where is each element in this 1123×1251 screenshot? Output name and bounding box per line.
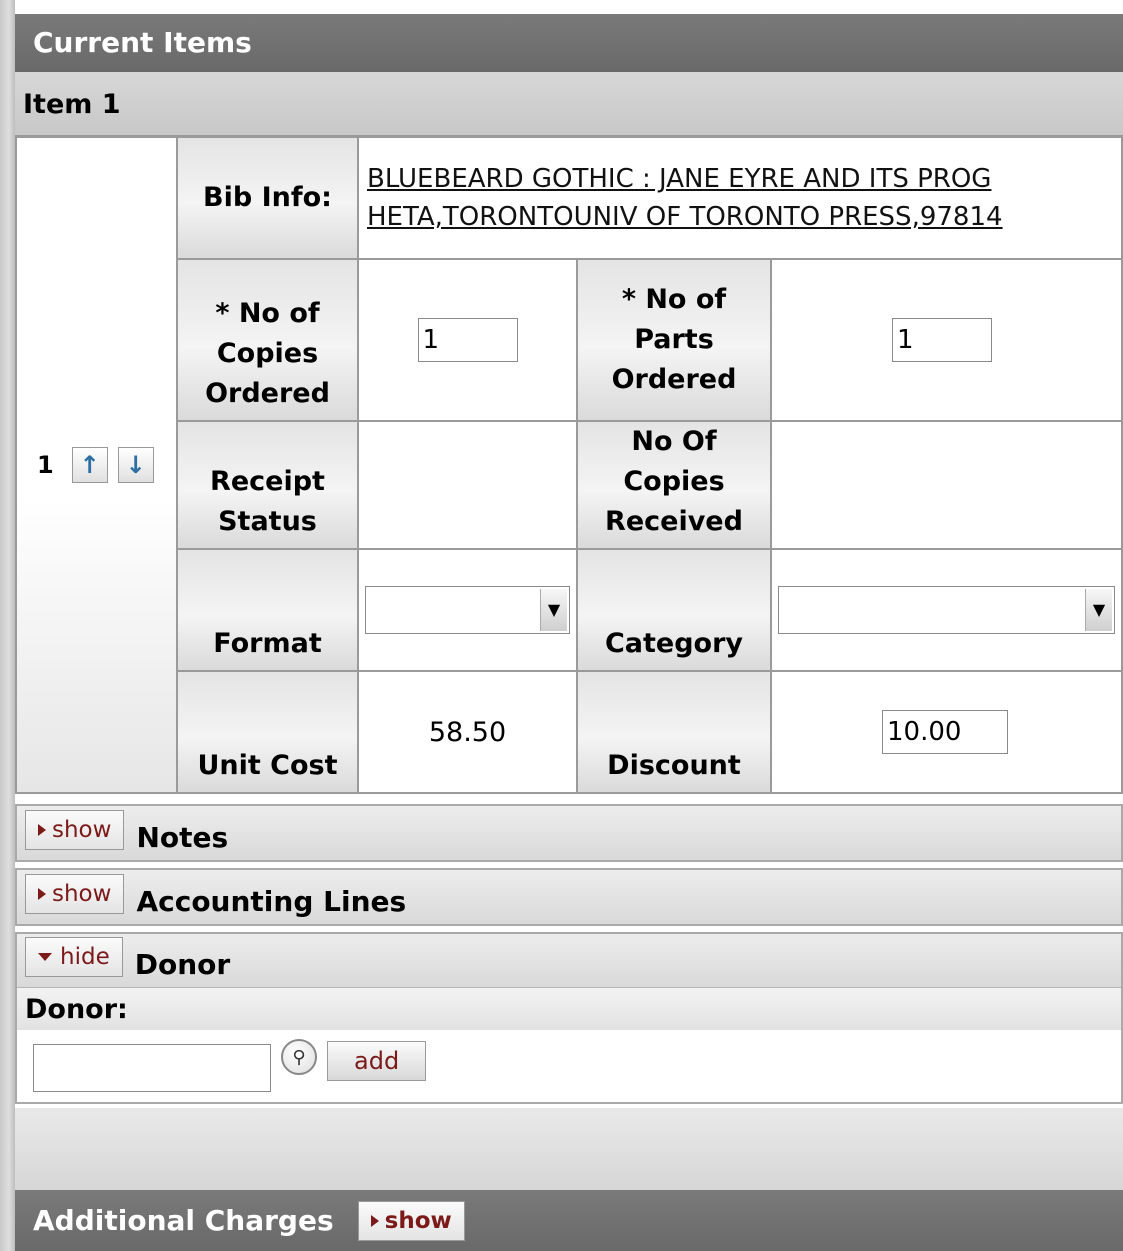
item-header: Item 1 — [15, 72, 1123, 136]
notes-title: Notes — [136, 821, 229, 854]
format-select[interactable]: ▼ — [365, 586, 570, 634]
notes-toggle-label: show — [52, 817, 112, 843]
category-select[interactable]: ▼ — [778, 586, 1115, 634]
accounting-lines-toggle-label: show — [52, 881, 112, 907]
item-header-label: Item 1 — [23, 89, 121, 120]
unit-cost-label: Unit Cost — [176, 670, 359, 794]
section-header-additional-charges: Additional Charges show — [15, 1190, 1123, 1251]
donor-field-label: Donor: — [17, 988, 1121, 1030]
donor-toggle-button[interactable]: hide — [25, 937, 123, 977]
category-label: Category — [576, 548, 772, 672]
parts-ordered-input[interactable] — [892, 318, 992, 362]
arrow-down-icon[interactable]: ↓ — [117, 447, 154, 483]
copies-received-value — [770, 420, 1123, 550]
item-row-number: 1 — [37, 451, 54, 479]
copies-received-label: No Of Copies Received — [576, 420, 772, 550]
magnifier-icon[interactable]: ⚲ — [281, 1039, 317, 1075]
arrow-up-icon[interactable]: ↑ — [71, 447, 108, 483]
caret-right-icon — [38, 888, 46, 900]
section-title: Current Items — [33, 26, 252, 59]
format-label: Format — [176, 548, 359, 672]
parts-ordered-label: * No of Parts Ordered — [576, 258, 772, 422]
bib-info-label: Bib Info: — [176, 136, 359, 260]
section-footer-band — [15, 1108, 1123, 1190]
donor-title: Donor — [134, 948, 231, 981]
notes-toggle-button[interactable]: show — [25, 810, 125, 850]
copies-ordered-label: * No of Copies Ordered — [176, 258, 359, 422]
copies-ordered-input[interactable] — [417, 318, 518, 362]
additional-charges-toggle-button[interactable]: show — [357, 1200, 465, 1241]
accounting-lines-tab: show Accounting Lines — [15, 868, 1123, 926]
caret-down-icon — [38, 953, 52, 961]
bib-info-link-line2[interactable]: HETA,TORONTOUNIV OF TORONTO PRESS,97814 — [367, 202, 1003, 232]
caret-right-icon — [370, 1214, 379, 1227]
caret-right-icon — [38, 824, 46, 836]
additional-charges-toggle-label: show — [384, 1207, 452, 1234]
item-detail-table: 1 ↑ ↓ Bib Info: BLUEBEARD GOTHIC : JANE … — [15, 136, 1123, 794]
copies-ordered-cell — [357, 258, 578, 422]
left-edge-bar — [0, 0, 15, 1251]
additional-charges-title: Additional Charges — [33, 1204, 334, 1237]
donor-toggle-label: hide — [60, 944, 110, 970]
top-strip — [15, 0, 1123, 12]
accounting-lines-toggle-button[interactable]: show — [25, 874, 125, 914]
donor-entry-row: ⚲ add — [17, 1030, 1121, 1096]
donor-tab: hide Donor Donor: ⚲ add — [15, 932, 1123, 1104]
discount-input[interactable] — [882, 710, 1008, 754]
bib-info-link-line1[interactable]: BLUEBEARD GOTHIC : JANE EYRE AND ITS PRO… — [367, 164, 991, 194]
section-header-current-items: Current Items — [15, 14, 1123, 72]
discount-label: Discount — [576, 670, 772, 794]
notes-tab: show Notes — [15, 804, 1123, 862]
donor-input[interactable] — [33, 1044, 271, 1092]
chevron-down-icon[interactable]: ▼ — [540, 589, 567, 631]
format-cell: ▼ — [357, 548, 578, 672]
receipt-status-value — [357, 420, 578, 550]
add-donor-button[interactable]: add — [327, 1041, 427, 1081]
discount-cell — [770, 670, 1123, 794]
accounting-lines-title: Accounting Lines — [136, 885, 407, 918]
parts-ordered-cell — [770, 258, 1123, 422]
item-row-header: 1 ↑ ↓ — [15, 136, 178, 794]
bib-info-cell: BLUEBEARD GOTHIC : JANE EYRE AND ITS PRO… — [357, 136, 1123, 260]
category-cell: ▼ — [770, 548, 1123, 672]
unit-cost-value: 58.50 — [357, 670, 578, 794]
chevron-down-icon[interactable]: ▼ — [1085, 589, 1112, 631]
receipt-status-label: Receipt Status — [176, 420, 359, 550]
